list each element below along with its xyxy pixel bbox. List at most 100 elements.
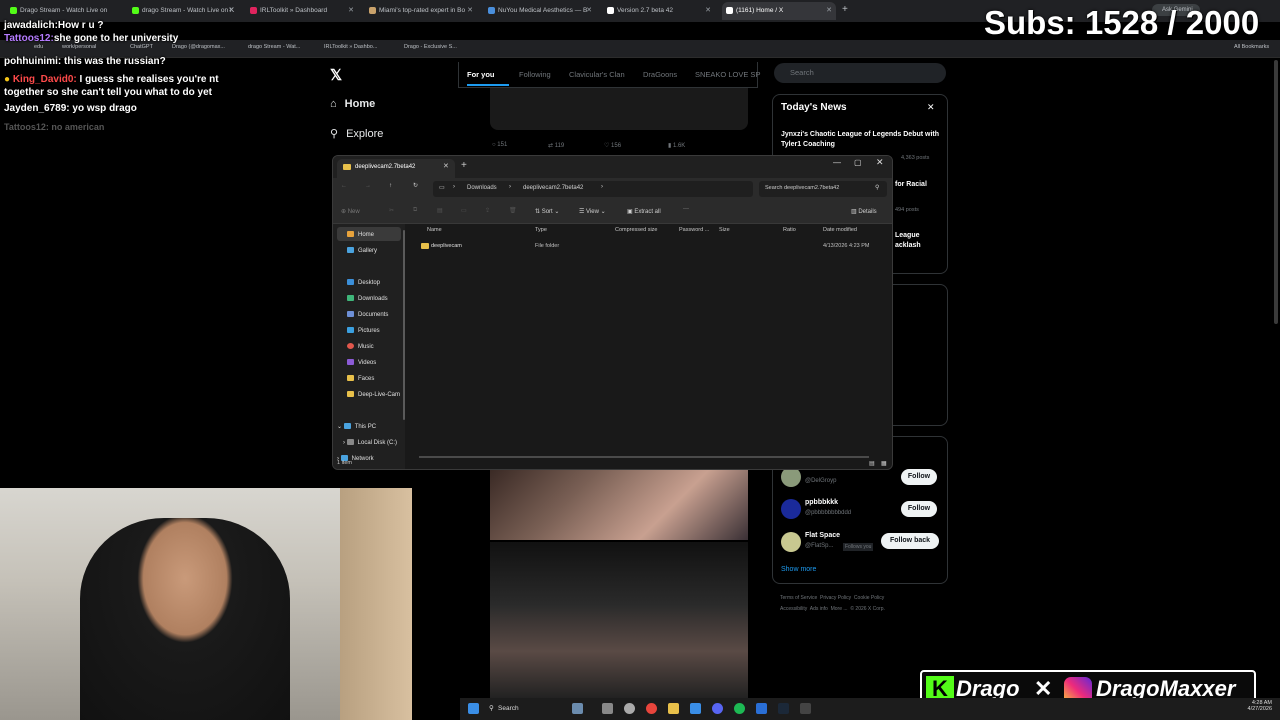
sidebar-item-documents[interactable]: Documents: [347, 311, 388, 318]
up-icon[interactable]: ↑: [389, 183, 392, 189]
browser-tab[interactable]: Version 2.7 beta 42 ✕: [603, 2, 715, 20]
close-tab-icon[interactable]: ✕: [348, 6, 354, 14]
maximize-button[interactable]: ▢: [854, 158, 862, 167]
sidebar-item-videos[interactable]: Videos: [347, 359, 376, 366]
taskbar-search[interactable]: ⚲ Search: [486, 701, 556, 717]
close-tab-icon[interactable]: ✕: [586, 6, 592, 14]
table-row[interactable]: deeplivecam File folder 4/13/2026 4:23 P…: [419, 240, 889, 252]
page-scrollbar[interactable]: [1274, 60, 1278, 324]
new-button[interactable]: ⊕ New: [341, 208, 360, 215]
app-icon[interactable]: [800, 703, 811, 714]
windows-start-icon[interactable]: [468, 703, 479, 714]
browser-tab[interactable]: NuYou Medical Aesthetics — B ✕: [484, 2, 596, 20]
new-tab-button[interactable]: +: [840, 2, 854, 20]
bookmark-item[interactable]: work/personal: [62, 44, 96, 50]
spotify-icon[interactable]: [734, 703, 745, 714]
browser-tab[interactable]: IRLToolkit » Dashboard ✕: [246, 2, 358, 20]
avatar[interactable]: [781, 499, 801, 519]
more-options-icon[interactable]: ···: [683, 206, 689, 212]
post-video[interactable]: [490, 542, 748, 698]
bookmark-item[interactable]: Drago (@dragomax...: [172, 44, 225, 50]
explorer-search-input[interactable]: Search deeplivecam2.7beta42 ⚲: [759, 181, 887, 197]
forward-icon[interactable]: →: [365, 183, 371, 189]
column-header-password[interactable]: Password ...: [679, 227, 709, 233]
details-view-icon[interactable]: ▤: [869, 460, 875, 467]
rename-icon[interactable]: ▭: [461, 207, 467, 214]
explorer-tab[interactable]: deeplivecam2.7beta42 ✕: [337, 159, 455, 178]
delete-icon[interactable]: 🗑: [509, 207, 517, 214]
steam-icon[interactable]: [778, 703, 789, 714]
refresh-icon[interactable]: ↻: [413, 182, 418, 189]
avatar[interactable]: [781, 532, 801, 552]
browser-tab[interactable]: Drago Stream - Watch Live on: [6, 2, 124, 20]
sidebar-item-gallery[interactable]: Gallery: [347, 247, 377, 254]
copy-icon[interactable]: ⧉: [413, 207, 417, 214]
sidebar-item-home[interactable]: Home: [347, 231, 374, 238]
column-header-date-modified[interactable]: Date modified: [823, 227, 857, 233]
chrome-icon[interactable]: [646, 703, 657, 714]
minimize-button[interactable]: —: [833, 158, 841, 167]
app-icon[interactable]: [756, 703, 767, 714]
column-header-ratio[interactable]: Ratio: [783, 227, 796, 233]
address-input[interactable]: ▭ › Downloads › deeplivecam2.7beta42 ›: [433, 181, 753, 197]
post-media[interactable]: [490, 88, 748, 130]
x-search-input[interactable]: Search: [774, 63, 946, 83]
close-tab-icon[interactable]: ✕: [705, 6, 711, 14]
views-action[interactable]: ▮ 1.6K: [668, 142, 685, 149]
avatar[interactable]: [781, 467, 801, 487]
file-explorer-icon[interactable]: [668, 703, 679, 714]
extract-all-button[interactable]: ▣ Extract all: [627, 208, 661, 215]
sidebar-item-music[interactable]: Music: [347, 343, 374, 350]
details-button[interactable]: ▥ Details: [851, 208, 877, 215]
paste-icon[interactable]: ▤: [437, 207, 443, 214]
news-headline[interactable]: Jynxzi's Chaotic League of Legends Debut…: [781, 130, 941, 150]
sort-button[interactable]: ⇅ Sort ⌄: [535, 208, 559, 215]
browser-tab[interactable]: drago Stream - Watch Live on K ✕: [128, 2, 238, 20]
column-header-type[interactable]: Type: [535, 227, 547, 233]
follow-button[interactable]: Follow: [901, 469, 937, 485]
all-bookmarks[interactable]: All Bookmarks: [1234, 44, 1269, 50]
sidebar-item-this-pc[interactable]: ⌄ This PC: [337, 423, 376, 430]
follow-back-button[interactable]: Follow back: [881, 533, 939, 549]
close-tab-icon[interactable]: ✕: [443, 162, 449, 170]
sidebar-item-faces[interactable]: Faces: [347, 375, 374, 382]
tab-list[interactable]: Clavicular's Clan: [569, 70, 625, 79]
bookmark-item[interactable]: drago Stream - Wat...: [248, 44, 300, 50]
settings-icon[interactable]: [624, 703, 635, 714]
horizontal-scrollbar[interactable]: [419, 456, 869, 458]
task-view-icon[interactable]: [602, 703, 613, 714]
repost-action[interactable]: ⇄ 119: [548, 142, 564, 149]
show-more-link[interactable]: Show more: [781, 566, 816, 573]
column-header-compressed-size[interactable]: Compressed size: [615, 227, 658, 233]
close-tab-icon[interactable]: ✕: [826, 6, 832, 14]
bookmark-item[interactable]: edu: [34, 44, 43, 50]
tab-list[interactable]: SNEAKO LOVE SP: [695, 70, 760, 79]
browser-tab-active[interactable]: (1161) Home / X ✕: [722, 2, 836, 20]
bookmark-item[interactable]: ChatGPT: [130, 44, 153, 50]
follow-button[interactable]: Follow: [901, 501, 937, 517]
like-action[interactable]: ♡ 156: [604, 142, 621, 149]
view-button[interactable]: ☰ View ⌄: [579, 208, 606, 215]
app-icon[interactable]: [690, 703, 701, 714]
sidebar-item-desktop[interactable]: Desktop: [347, 279, 380, 286]
back-icon[interactable]: ←: [341, 183, 347, 189]
column-header-size[interactable]: Size: [719, 227, 730, 233]
sidebar-scrollbar[interactable]: [403, 230, 405, 420]
x-logo-icon[interactable]: 𝕏: [330, 66, 342, 84]
browser-tab[interactable]: Miami's top-rated expert in Bo ✕: [365, 2, 477, 20]
new-tab-button[interactable]: +: [461, 160, 467, 171]
nav-explore[interactable]: ⚲ Explore: [330, 127, 383, 140]
bookmark-item[interactable]: Drago - Exclusive S...: [404, 44, 457, 50]
close-icon[interactable]: ✕: [927, 102, 935, 113]
clock[interactable]: 4:28 AM 4/27/2026: [1230, 700, 1272, 712]
sidebar-item-deep-live-cam[interactable]: Deep-Live-Cam: [347, 391, 400, 398]
breadcrumb-current[interactable]: deeplivecam2.7beta42: [523, 185, 583, 191]
breadcrumb-downloads[interactable]: Downloads: [467, 185, 497, 191]
sidebar-item-local-disk[interactable]: › Local Disk (C:): [343, 439, 397, 446]
nav-home[interactable]: ⌂ Home: [330, 98, 375, 110]
close-tab-icon[interactable]: ✕: [467, 6, 473, 14]
sidebar-item-downloads[interactable]: Downloads: [347, 295, 388, 302]
cut-icon[interactable]: ✂: [389, 207, 394, 214]
close-window-button[interactable]: ✕: [876, 157, 884, 168]
tab-for-you[interactable]: For you: [467, 70, 495, 79]
